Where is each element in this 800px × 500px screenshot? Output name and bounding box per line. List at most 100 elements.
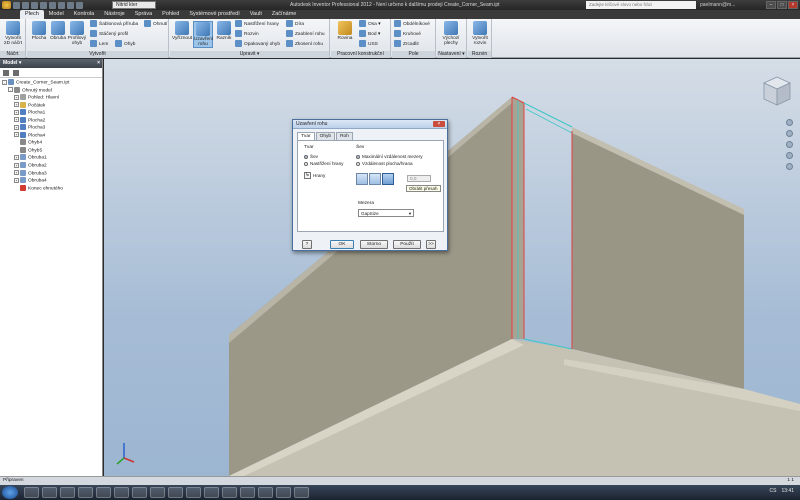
raznik-button[interactable]: Razník (214, 21, 234, 41)
obruba-button[interactable]: Obruba (48, 21, 68, 41)
ohyb-button[interactable]: Ohyb (115, 40, 135, 49)
find-icon[interactable] (13, 70, 19, 76)
browser-header[interactable]: Model ▾ × (0, 59, 102, 68)
open-icon[interactable] (22, 1, 29, 9)
tab-zaciname[interactable]: Začínáme (267, 10, 301, 19)
taskbar-app-icon[interactable] (42, 487, 57, 498)
language-indicator[interactable]: CS (770, 488, 777, 494)
plocha-button[interactable]: Plocha (29, 21, 49, 41)
osa-button[interactable]: Osa ▾ (359, 20, 381, 29)
expand-toggle-icon[interactable]: + (14, 124, 19, 130)
browser-node[interactable]: - Create_Corner_Seam.ipt (0, 79, 102, 87)
filter-icon[interactable] (3, 70, 9, 76)
pan-icon[interactable] (785, 130, 793, 137)
obdelnikove-pole-button[interactable]: Obdélníkové (394, 20, 430, 29)
part-3d-view[interactable] (104, 59, 800, 476)
graphics-viewport[interactable] (104, 59, 800, 476)
opakovany-ohyb-button[interactable]: Opakovaný ohyb (235, 40, 280, 49)
edges-selector[interactable]: ↳ Hrany (304, 172, 354, 179)
browser-node[interactable]: + Plocha2 (0, 116, 102, 125)
taskbar-app-icon[interactable] (258, 487, 273, 498)
minimize-button[interactable]: – (766, 1, 776, 9)
expand-toggle-icon[interactable]: + (14, 162, 19, 168)
sablonova-priruba-button[interactable]: Šablonová příruba (90, 20, 138, 29)
taskbar-app-icon[interactable] (186, 487, 201, 498)
more-button[interactable]: >> (426, 240, 436, 249)
expand-toggle-icon[interactable]: + (14, 109, 19, 115)
maximize-button[interactable]: □ (777, 1, 787, 9)
new-icon[interactable] (13, 1, 20, 9)
browser-node[interactable]: + Pohled: Hlavní (0, 94, 102, 102)
zkoseni-rohu-button[interactable]: Zkosení rohu (286, 40, 323, 49)
application-menu-button[interactable] (2, 1, 11, 9)
bod-button[interactable]: Bod ▾ (359, 30, 380, 39)
browser-node[interactable]: + Plocha4 (0, 131, 102, 140)
close-button[interactable]: × (788, 1, 798, 9)
browser-node[interactable]: + Obruba2 (0, 162, 102, 170)
expand-toggle-icon[interactable]: + (14, 177, 19, 183)
taskbar-app-icon[interactable] (78, 487, 93, 498)
tab-plech[interactable]: Plech (20, 10, 44, 19)
lem-button[interactable]: Lem (90, 40, 108, 49)
tab-vault[interactable]: Vault (245, 10, 267, 19)
zoom-icon[interactable] (785, 141, 793, 148)
tab-roh[interactable]: Roh (336, 132, 353, 140)
apply-button[interactable]: Použít (393, 240, 421, 249)
vyrtnout-button[interactable]: Vyříznout (172, 21, 192, 41)
update-icon[interactable] (67, 1, 74, 9)
clock[interactable]: 13:41 (781, 488, 794, 494)
undo-icon[interactable] (40, 1, 47, 9)
browser-node[interactable]: + Počátek (0, 101, 102, 110)
browser-node[interactable]: Ohyb5 (0, 146, 102, 155)
vychozi-plechy-button[interactable]: Výchozí plechy (441, 21, 461, 46)
taskbar-app-icon[interactable] (114, 487, 129, 498)
expand-toggle-icon[interactable]: + (14, 117, 19, 123)
gap-value-select[interactable]: GapSize ▼ (358, 209, 414, 217)
steering-wheel-icon[interactable] (785, 119, 793, 126)
uss-button[interactable]: USS (359, 40, 378, 49)
tab-pohled[interactable]: Pohled (157, 10, 184, 19)
expand-toggle-icon[interactable]: + (14, 94, 19, 100)
uzavreni-rohu-button[interactable]: Uzavření rohu (193, 21, 213, 48)
profilovy-ohyb-button[interactable]: Profilový ohyb (67, 21, 87, 46)
taskbar-app-icon[interactable] (294, 487, 309, 498)
look-at-icon[interactable] (785, 163, 793, 170)
nastrizeni-hrany-button[interactable]: Nastřižení hrany (235, 20, 279, 29)
help-search-input[interactable]: Zadejte klíčové slovo nebo frázi (586, 1, 696, 9)
taskbar-app-icon[interactable] (60, 487, 75, 498)
orbit-icon[interactable] (785, 152, 793, 159)
staceny-profil-button[interactable]: Stáčený profil (90, 30, 128, 39)
close-icon[interactable]: × (97, 59, 100, 68)
rozvin-small-button[interactable]: Rozvin (235, 30, 259, 39)
radio-max-gap[interactable]: Maximální vzdálenost mezery (356, 153, 442, 160)
taskbar-app-icon[interactable] (132, 487, 147, 498)
user-account[interactable]: paelmann@m... (700, 2, 735, 8)
redo-icon[interactable] (49, 1, 56, 9)
browser-node[interactable]: + Plocha3 (0, 124, 102, 132)
help-button[interactable]: ? (302, 240, 312, 249)
expand-toggle-icon[interactable]: - (8, 87, 13, 93)
create-2d-sketch-button[interactable]: Vytvořit 2D náčrt (3, 21, 23, 46)
radio-sev[interactable]: Šev (304, 153, 354, 160)
taskbar-app-icon[interactable] (96, 487, 111, 498)
save-icon[interactable] (31, 1, 38, 9)
expand-toggle-icon[interactable]: - (2, 79, 7, 85)
rovina-button[interactable]: Rovina (335, 21, 355, 41)
kruhove-pole-button[interactable]: Kruhové (394, 30, 421, 39)
taskbar-app-icon[interactable] (204, 487, 219, 498)
tab-kontrola[interactable]: Kontrola (69, 10, 100, 19)
zaobleni-rohu-button[interactable]: Zaoblení rohu (286, 30, 325, 39)
expand-toggle-icon[interactable]: + (14, 154, 19, 160)
taskbar-app-icon[interactable] (168, 487, 183, 498)
viewcube[interactable] (762, 75, 792, 109)
ohnuti-button[interactable]: Ohnutí (144, 20, 167, 29)
browser-node[interactable]: + Obruba4 (0, 177, 102, 185)
taskbar-app-icon[interactable] (240, 487, 255, 498)
reverse-overlap-icon[interactable] (382, 173, 394, 185)
style-combo[interactable]: Nitrid kter (112, 1, 156, 9)
tab-ohyb[interactable]: Ohyb (315, 132, 336, 140)
dialog-close-button[interactable]: × (433, 121, 445, 127)
tab-model[interactable]: Model (44, 10, 69, 19)
tab-systemove-prostredi[interactable]: Systémové prostředí (184, 10, 244, 19)
panel-label[interactable]: Upravit ▾ (170, 51, 329, 58)
